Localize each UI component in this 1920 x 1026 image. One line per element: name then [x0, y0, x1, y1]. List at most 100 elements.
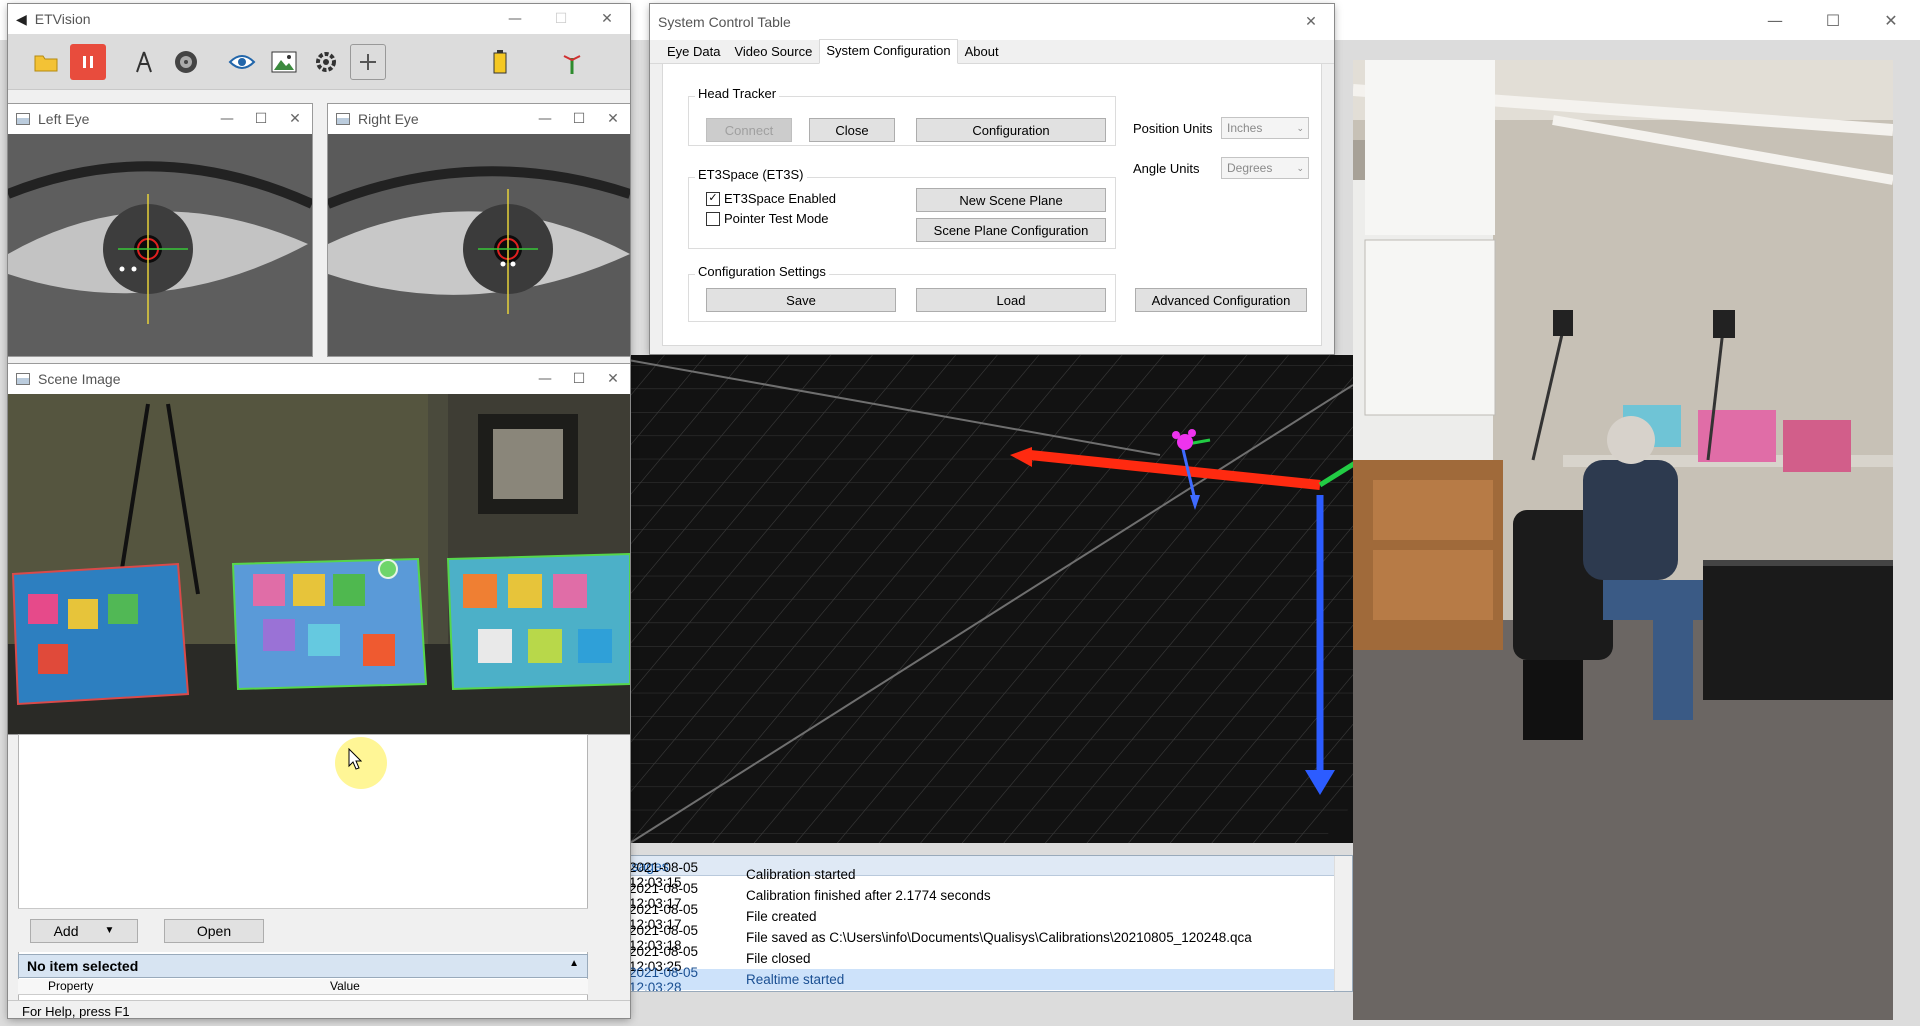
chevron-down-icon: ⌄ — [1296, 162, 1304, 173]
left-eye-maximize-button[interactable]: ☐ — [244, 104, 278, 134]
3d-grid-scene — [600, 355, 1353, 843]
chevron-down-icon: ⌄ — [1296, 122, 1304, 133]
window-icon — [16, 113, 30, 125]
sct-close-button[interactable]: ✕ — [1288, 7, 1334, 37]
folder-open-icon[interactable] — [28, 44, 64, 80]
sct-title: System Control Table — [658, 14, 791, 30]
sct-tab-strip: Eye Data Video Source System Configuration… — [650, 39, 1334, 64]
position-units-label: Position Units — [1133, 121, 1213, 136]
3d-view[interactable] — [600, 355, 1353, 843]
messages-panel: Messages 2021-08-05 12:03:15 Calibration … — [600, 855, 1353, 992]
window-icon — [336, 113, 350, 125]
scene-image-title: Scene Image — [38, 371, 121, 387]
head-tracker-label: Head Tracker — [695, 86, 780, 101]
scene-image-maximize-button[interactable]: ☐ — [562, 364, 596, 394]
battery-icon — [482, 44, 518, 80]
etvision-close-button[interactable]: ✕ — [584, 4, 630, 34]
position-units-select[interactable]: Inches ⌄ — [1221, 117, 1309, 139]
et3space-enabled-checkbox[interactable]: ✓ ET3Space Enabled — [706, 191, 836, 206]
status-text: For Help, press F1 — [22, 1004, 130, 1018]
left-eye-image — [8, 134, 312, 356]
angle-units-select[interactable]: Degrees ⌄ — [1221, 157, 1309, 179]
no-item-header[interactable]: No item selected ▲ — [18, 954, 588, 978]
message-text: Calibration started — [746, 867, 856, 882]
tab-about[interactable]: About — [958, 40, 1006, 63]
no-item-label: No item selected — [27, 958, 139, 974]
message-text: Realtime started — [746, 972, 845, 987]
etvision-toolbar — [8, 34, 630, 90]
chevron-down-icon: ▼ — [104, 925, 115, 936]
head-tracker-configuration-button[interactable]: Configuration — [916, 118, 1106, 142]
right-eye-titlebar: Right Eye — ☐ ✕ — [328, 104, 630, 134]
open-button-label: Open — [196, 922, 232, 939]
eye-icon[interactable] — [224, 44, 260, 80]
window-icon — [16, 373, 30, 385]
advanced-configuration-button[interactable]: Advanced Configuration — [1135, 288, 1307, 312]
etvision-title: ETVision — [34, 11, 91, 27]
system-configuration-panel: Head Tracker Connect Close Configuration… — [662, 64, 1322, 346]
image-icon[interactable] — [266, 44, 302, 80]
add-button[interactable]: Add ▼ — [30, 918, 138, 943]
right-eye-minimize-button[interactable]: — — [528, 104, 562, 134]
right-eye-image — [328, 134, 630, 356]
configuration-settings-label: Configuration Settings — [695, 264, 829, 279]
etvision-minimize-button[interactable]: — — [492, 4, 538, 34]
plus-icon[interactable] — [350, 43, 386, 80]
scene-image-titlebar: Scene Image — ☐ ✕ — [8, 364, 630, 394]
angle-units-value: Degrees — [1227, 161, 1273, 175]
bg-close-button[interactable]: ✕ — [1862, 0, 1920, 40]
etvision-window: ◀ ETVision — ☐ ✕ Left Eye — ☐ ✕ Right Ey… — [8, 4, 630, 1018]
new-scene-plane-button[interactable]: New Scene Plane — [916, 188, 1106, 212]
pointer-test-mode-checkbox[interactable]: Pointer Test Mode — [706, 211, 829, 226]
message-row[interactable]: 2021-08-05 12:03:28 Realtime started — [601, 965, 1352, 991]
et3space-label: ET3Space (ET3S) — [695, 167, 807, 182]
compass-icon[interactable] — [126, 44, 162, 80]
angle-units-label: Angle Units — [1133, 161, 1200, 176]
close-head-tracker-button[interactable]: Close — [809, 118, 895, 142]
pause-icon[interactable] — [70, 43, 106, 80]
gaze-point-marker — [378, 559, 398, 579]
scene-video-pane — [1353, 60, 1893, 1020]
bg-maximize-button[interactable]: ☐ — [1804, 0, 1862, 40]
gear-icon[interactable] — [308, 44, 344, 80]
right-eye-close-button[interactable]: ✕ — [596, 104, 630, 134]
etvision-logo-icon: ◀ — [16, 10, 27, 27]
etvision-maximize-button[interactable]: ☐ — [538, 4, 584, 34]
message-text: File saved as C:\Users\info\Documents\Qu… — [746, 930, 1252, 945]
status-bar: For Help, press F1 — [8, 1000, 630, 1018]
pointer-test-mode-box[interactable] — [706, 211, 720, 226]
left-eye-title: Left Eye — [38, 111, 90, 127]
disc-icon[interactable] — [168, 44, 204, 80]
pointer-test-mode-label: Pointer Test Mode — [724, 211, 829, 226]
messages-list[interactable]: 2021-08-05 12:03:15 Calibration started 20… — [601, 860, 1352, 991]
left-eye-close-button[interactable]: ✕ — [278, 104, 312, 134]
et3space-enabled-label: ET3Space Enabled — [724, 191, 837, 206]
load-button[interactable]: Load — [916, 288, 1106, 312]
message-text: Calibration finished after 2.1774 second… — [746, 888, 991, 903]
lab-video-image — [1353, 60, 1893, 1020]
tab-eye-data[interactable]: Eye Data — [660, 40, 727, 63]
mouse-cursor-icon — [348, 748, 362, 770]
collapse-icon[interactable]: ▲ — [569, 958, 579, 974]
scene-image-close-button[interactable]: ✕ — [596, 364, 630, 394]
scene-plane-configuration-button[interactable]: Scene Plane Configuration — [916, 218, 1106, 242]
right-eye-window: Right Eye — ☐ ✕ — [328, 104, 630, 356]
scene-image-minimize-button[interactable]: — — [528, 364, 562, 394]
messages-scrollbar[interactable] — [1334, 856, 1352, 991]
connect-button[interactable]: Connect — [706, 118, 792, 142]
right-eye-maximize-button[interactable]: ☐ — [562, 104, 596, 134]
tab-system-configuration[interactable]: System Configuration — [819, 39, 958, 64]
left-eye-minimize-button[interactable]: — — [210, 104, 244, 134]
save-button[interactable]: Save — [706, 288, 896, 312]
bg-minimize-button[interactable]: — — [1746, 0, 1804, 40]
etvision-titlebar: ◀ ETVision — ☐ ✕ — [8, 4, 630, 34]
value-column-header: Value — [330, 979, 360, 993]
et3space-enabled-box[interactable]: ✓ — [706, 191, 720, 206]
open-button[interactable]: Open — [164, 918, 264, 943]
message-text: File created — [746, 909, 817, 924]
tab-video-source[interactable]: Video Source — [727, 40, 819, 63]
antenna-icon — [554, 44, 590, 80]
property-column-header: Property — [48, 979, 94, 993]
system-control-table-window: System Control Table ✕ Eye Data Video Sou… — [650, 4, 1334, 354]
position-units-value: Inches — [1227, 121, 1263, 135]
